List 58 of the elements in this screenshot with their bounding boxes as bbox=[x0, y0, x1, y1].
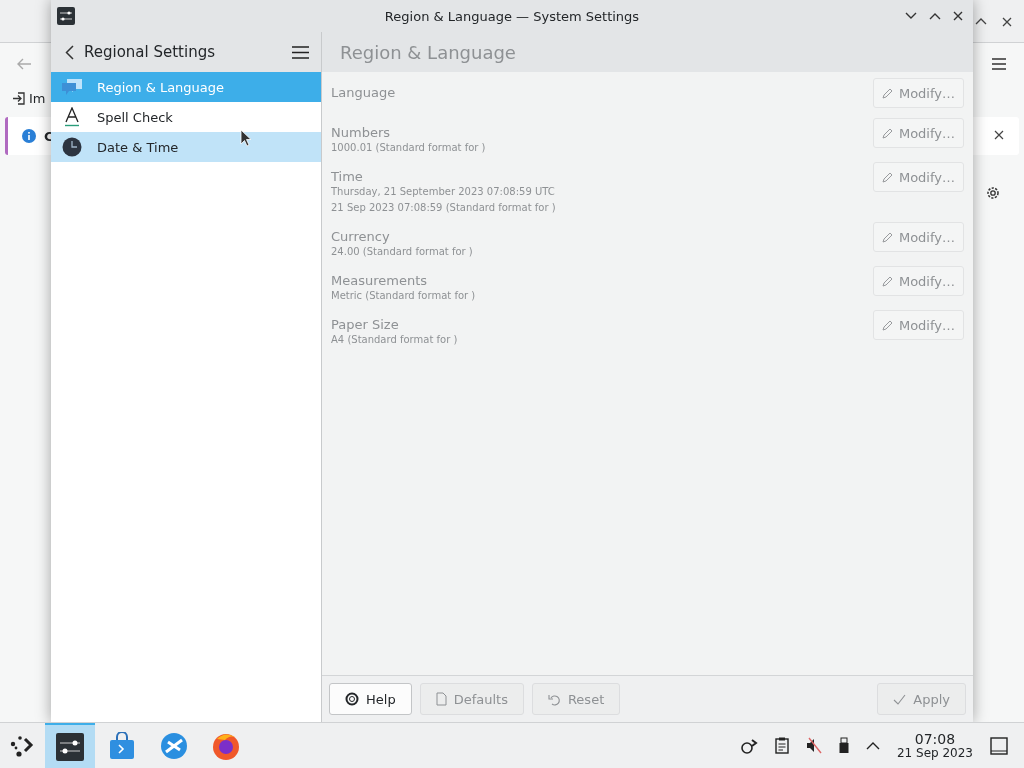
import-icon bbox=[12, 92, 25, 105]
close-icon[interactable] bbox=[1002, 17, 1012, 27]
setting-label: Time bbox=[331, 169, 364, 184]
clock[interactable]: 07:08 21 Sep 2023 bbox=[896, 731, 973, 760]
sidebar-title: Regional Settings bbox=[84, 43, 215, 61]
sliders-icon bbox=[57, 7, 75, 25]
sidebar-item[interactable]: Spell Check bbox=[51, 102, 321, 132]
clock-icon bbox=[61, 137, 83, 157]
clock-time: 07:08 bbox=[914, 731, 956, 746]
sidebar-item[interactable]: Region & Language bbox=[51, 72, 321, 102]
back-icon[interactable] bbox=[65, 44, 74, 60]
undo-icon bbox=[547, 692, 561, 706]
setting-label: Language bbox=[331, 85, 396, 100]
chevron-up-icon[interactable] bbox=[975, 17, 987, 25]
minimize-icon[interactable] bbox=[905, 12, 917, 20]
settings-icon[interactable] bbox=[985, 185, 1001, 201]
pencil-icon bbox=[881, 275, 893, 287]
clock-date: 21 Sep 2023 bbox=[896, 745, 973, 760]
document-icon bbox=[435, 692, 447, 706]
sliders-icon bbox=[56, 732, 84, 761]
launcher-icon[interactable] bbox=[9, 733, 35, 758]
setting-value: 1000.01 (Standard format for ) bbox=[331, 141, 486, 155]
pencil-icon bbox=[881, 171, 893, 183]
setting-value: 24.00 (Standard format for ) bbox=[331, 245, 473, 259]
check-icon bbox=[893, 693, 907, 705]
window-title: Region & Language — System Settings bbox=[384, 8, 640, 24]
setting-value: A4 (Standard format for ) bbox=[331, 333, 458, 347]
pencil-icon bbox=[881, 319, 893, 331]
pencil-icon bbox=[881, 127, 893, 139]
import-label[interactable]: Im bbox=[29, 91, 46, 106]
clipboard-icon[interactable] bbox=[774, 737, 789, 754]
close-icon[interactable] bbox=[953, 11, 963, 21]
taskbar-app[interactable] bbox=[45, 723, 95, 768]
setting-label: Measurements bbox=[331, 273, 429, 288]
setting-value: 21 Sep 2023 07:08:59 (Standard format for ) bbox=[331, 201, 556, 215]
show-desktop-icon[interactable] bbox=[990, 736, 1008, 755]
shopping-bag-icon bbox=[109, 731, 135, 760]
page-title: Region & Language bbox=[340, 41, 516, 63]
pencil-icon bbox=[881, 87, 893, 99]
sidebar-item[interactable]: Date & Time bbox=[51, 132, 321, 162]
info-icon bbox=[22, 129, 36, 143]
usb-drive-icon[interactable] bbox=[838, 737, 849, 754]
setting-value: Thursday, 21 September 2023 07:08:59 UTC bbox=[331, 185, 556, 199]
pencil-icon bbox=[881, 231, 893, 243]
menu-icon[interactable] bbox=[992, 58, 1006, 70]
close-icon[interactable] bbox=[994, 130, 1004, 140]
footer-button[interactable]: Help bbox=[329, 683, 412, 715]
setting-label: Paper Size bbox=[331, 317, 400, 332]
setting-label: Currency bbox=[331, 229, 391, 244]
muted-speaker-icon[interactable] bbox=[805, 737, 822, 754]
chevron-up-icon[interactable] bbox=[865, 741, 880, 750]
maximize-icon[interactable] bbox=[929, 12, 941, 20]
mouse-pointer-icon bbox=[240, 129, 252, 147]
setting-value: Metric (Standard format for ) bbox=[331, 289, 476, 303]
chat-bubble-icon bbox=[61, 78, 83, 96]
setting-label: Numbers bbox=[331, 125, 391, 140]
menu-icon[interactable] bbox=[292, 45, 309, 59]
lifebuoy-icon bbox=[345, 692, 359, 706]
